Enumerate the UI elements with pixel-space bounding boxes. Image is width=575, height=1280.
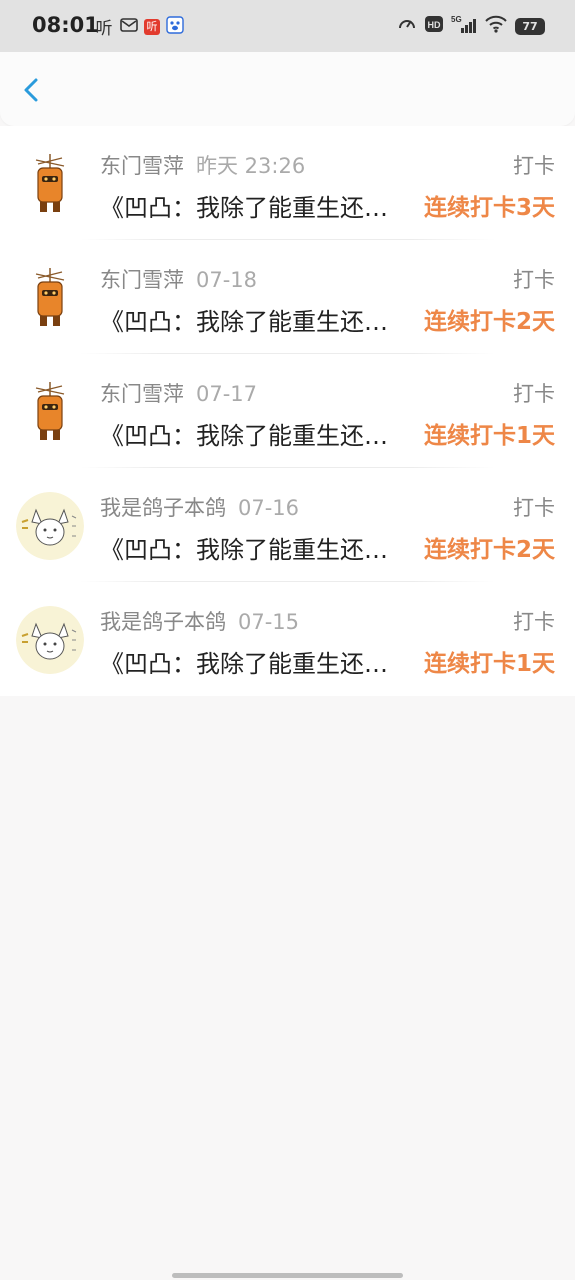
speedometer-icon (397, 14, 417, 38)
list-item[interactable]: 东门雪萍昨天 23:26 打卡 《凹凸：我除了能重生还能做什么》 连续打卡3天 (0, 126, 575, 240)
robot-avatar[interactable] (16, 264, 84, 332)
username[interactable]: 东门雪萍 07-17 (100, 378, 257, 408)
book-title[interactable]: 《凹凸：我除了能重生还能做什么》 (100, 416, 400, 451)
robot-avatar[interactable] (16, 150, 84, 218)
hd-label: HD (428, 20, 441, 30)
list-item[interactable]: 我是鸽子本鸽 07-15 打卡 《凹凸：我除了能重生还能做什么》 连续打卡1天 (0, 582, 575, 696)
username-text: 我是鸽子本鸽 (100, 610, 226, 634)
username-text: 东门雪萍 (100, 382, 184, 406)
username[interactable]: 我是鸽子本鸽 07-15 (100, 606, 299, 636)
red-ting-app-icon: 听 (144, 18, 160, 35)
checkin-label: 打卡 (513, 154, 555, 178)
checkin-label: 打卡 (513, 268, 555, 292)
hd-icon: HD (425, 15, 443, 37)
fox-avatar[interactable] (16, 492, 84, 560)
chevron-left-icon (24, 78, 38, 102)
record-time: 07-17 (196, 382, 258, 406)
baidu-icon (166, 15, 184, 38)
book-title[interactable]: 《凹凸：我除了能重生还能做什么》 (100, 302, 400, 337)
book-title[interactable]: 《凹凸：我除了能重生还能做什么》 (100, 644, 400, 679)
record-time: 07-16 (238, 496, 300, 520)
battery-indicator: 77 (515, 17, 545, 35)
username-text: 我是鸽子本鸽 (100, 496, 226, 520)
checkin-label: 打卡 (513, 610, 555, 634)
list-item[interactable]: 东门雪萍 07-17 打卡 《凹凸：我除了能重生还能做什么》 连续打卡1天 (0, 354, 575, 468)
status-time: 08:01 (32, 13, 99, 37)
record-time: 07-15 (238, 610, 300, 634)
username[interactable]: 我是鸽子本鸽 07-16 (100, 492, 299, 522)
status-indicators: HD 5G 77 (397, 14, 545, 38)
home-indicator[interactable] (172, 1273, 403, 1278)
nav-bar (0, 52, 575, 126)
record-time: 昨天 23:26 (196, 154, 306, 178)
back-button[interactable] (14, 72, 50, 108)
streak-label: 连续打卡3天 (423, 195, 555, 221)
username[interactable]: 东门雪萍 07-18 (100, 264, 257, 294)
record-time: 07-18 (196, 268, 258, 292)
username-text: 东门雪萍 (100, 154, 184, 178)
mail-icon (120, 16, 138, 38)
status-app-icons: 听 听 (94, 14, 184, 39)
robot-avatar[interactable] (16, 378, 84, 446)
streak-label: 连续打卡1天 (423, 423, 555, 449)
checkin-label: 打卡 (513, 382, 555, 406)
list-item[interactable]: 我是鸽子本鸽 07-16 打卡 《凹凸：我除了能重生还能做什么》 连续打卡2天 (0, 468, 575, 582)
streak-label: 连续打卡2天 (423, 537, 555, 563)
ting-app-icon: 听 (95, 19, 113, 39)
list-item[interactable]: 东门雪萍 07-18 打卡 《凹凸：我除了能重生还能做什么》 连续打卡2天 (0, 240, 575, 354)
checkin-list: 东门雪萍昨天 23:26 打卡 《凹凸：我除了能重生还能做什么》 连续打卡3天 … (0, 126, 575, 696)
status-bar: 08:01 听 听 HD 5G 77 (0, 0, 575, 52)
cellular-signal-icon: 5G (451, 14, 477, 38)
book-title[interactable]: 《凹凸：我除了能重生还能做什么》 (100, 188, 400, 223)
wifi-icon (485, 15, 507, 37)
streak-label: 连续打卡1天 (423, 651, 555, 677)
streak-label: 连续打卡2天 (423, 309, 555, 335)
username[interactable]: 东门雪萍 昨天 23:26 (100, 150, 305, 180)
fox-avatar[interactable] (16, 606, 84, 674)
book-title[interactable]: 《凹凸：我除了能重生还能做什么》 (100, 530, 400, 565)
checkin-label: 打卡 (513, 496, 555, 520)
network-label: 5G (451, 15, 462, 24)
username-text: 东门雪萍 (100, 268, 184, 292)
